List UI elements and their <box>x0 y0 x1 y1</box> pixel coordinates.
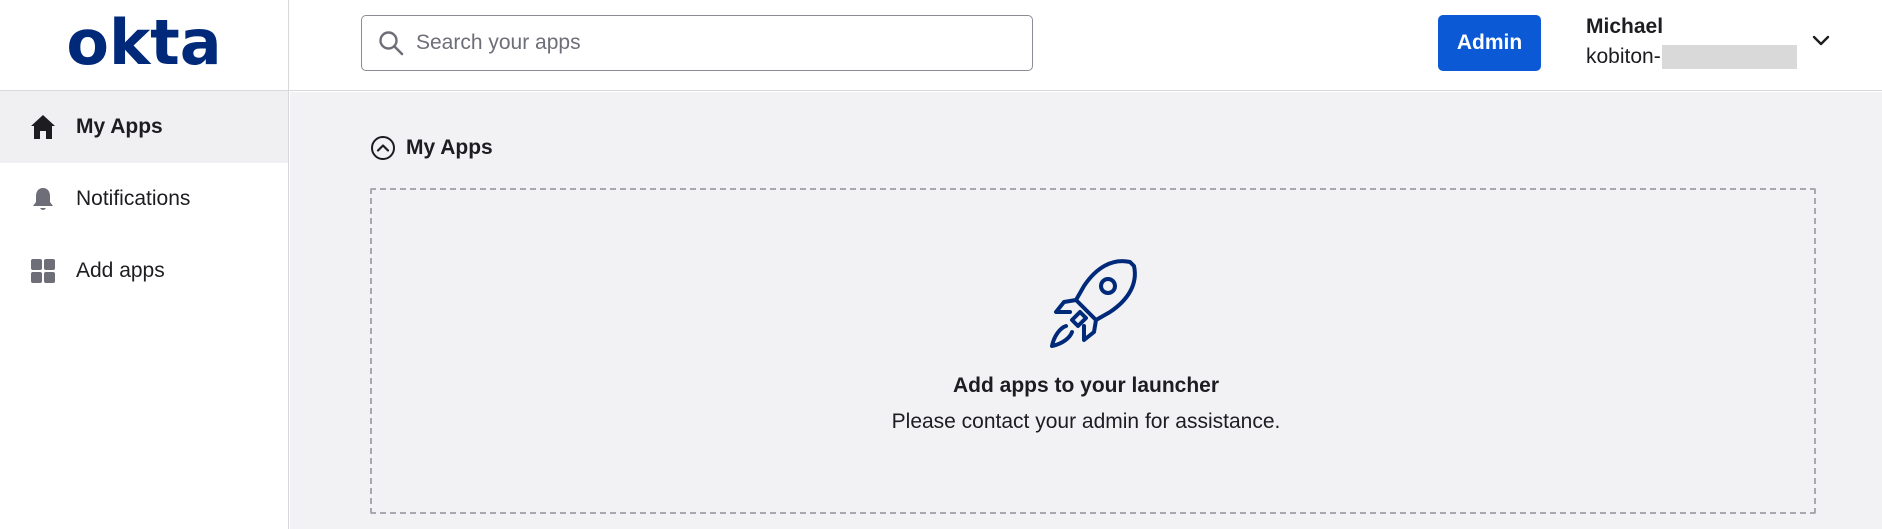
sidebar-item-label: Notifications <box>76 187 191 210</box>
redacted-block <box>1661 45 1797 69</box>
logo-cell: okta <box>0 0 289 91</box>
okta-logo-text: okta <box>66 14 221 78</box>
search-input[interactable] <box>416 31 1032 55</box>
sidebar: My Apps Notifications Add apps <box>0 91 289 529</box>
empty-state-title: Add apps to your launcher <box>952 374 1220 397</box>
sidebar-item-label: My Apps <box>76 115 163 138</box>
grid-icon <box>29 257 57 285</box>
user-name: Michael <box>1586 15 1664 38</box>
empty-state-subtitle: Please contact your admin for assistance… <box>891 410 1281 433</box>
collapse-toggle-icon[interactable] <box>370 135 396 161</box>
main-content: My Apps Add apps to your launcher Please… <box>290 92 1882 529</box>
bell-icon <box>29 185 57 213</box>
user-org: kobiton- <box>1586 44 1797 70</box>
rocket-icon <box>1050 259 1137 348</box>
sidebar-item-label: Add apps <box>76 259 165 282</box>
search-icon <box>378 30 404 56</box>
user-org-label: kobiton- <box>1586 45 1661 68</box>
sidebar-item-notifications[interactable]: Notifications <box>0 163 288 235</box>
search-box[interactable] <box>361 15 1033 71</box>
okta-logo[interactable]: okta <box>54 14 234 78</box>
home-icon <box>29 113 57 141</box>
app-root: okta Admin Michael kobiton- <box>0 0 1882 529</box>
user-menu[interactable]: Michael kobiton- <box>1586 14 1846 74</box>
sidebar-item-my-apps[interactable]: My Apps <box>0 91 288 163</box>
sidebar-item-add-apps[interactable]: Add apps <box>0 235 288 307</box>
my-apps-section-header[interactable]: My Apps <box>370 135 493 161</box>
section-title: My Apps <box>406 136 493 159</box>
chevron-down-icon[interactable] <box>1810 30 1832 52</box>
admin-button[interactable]: Admin <box>1438 15 1541 71</box>
top-bar: okta Admin Michael kobiton- <box>0 0 1882 91</box>
